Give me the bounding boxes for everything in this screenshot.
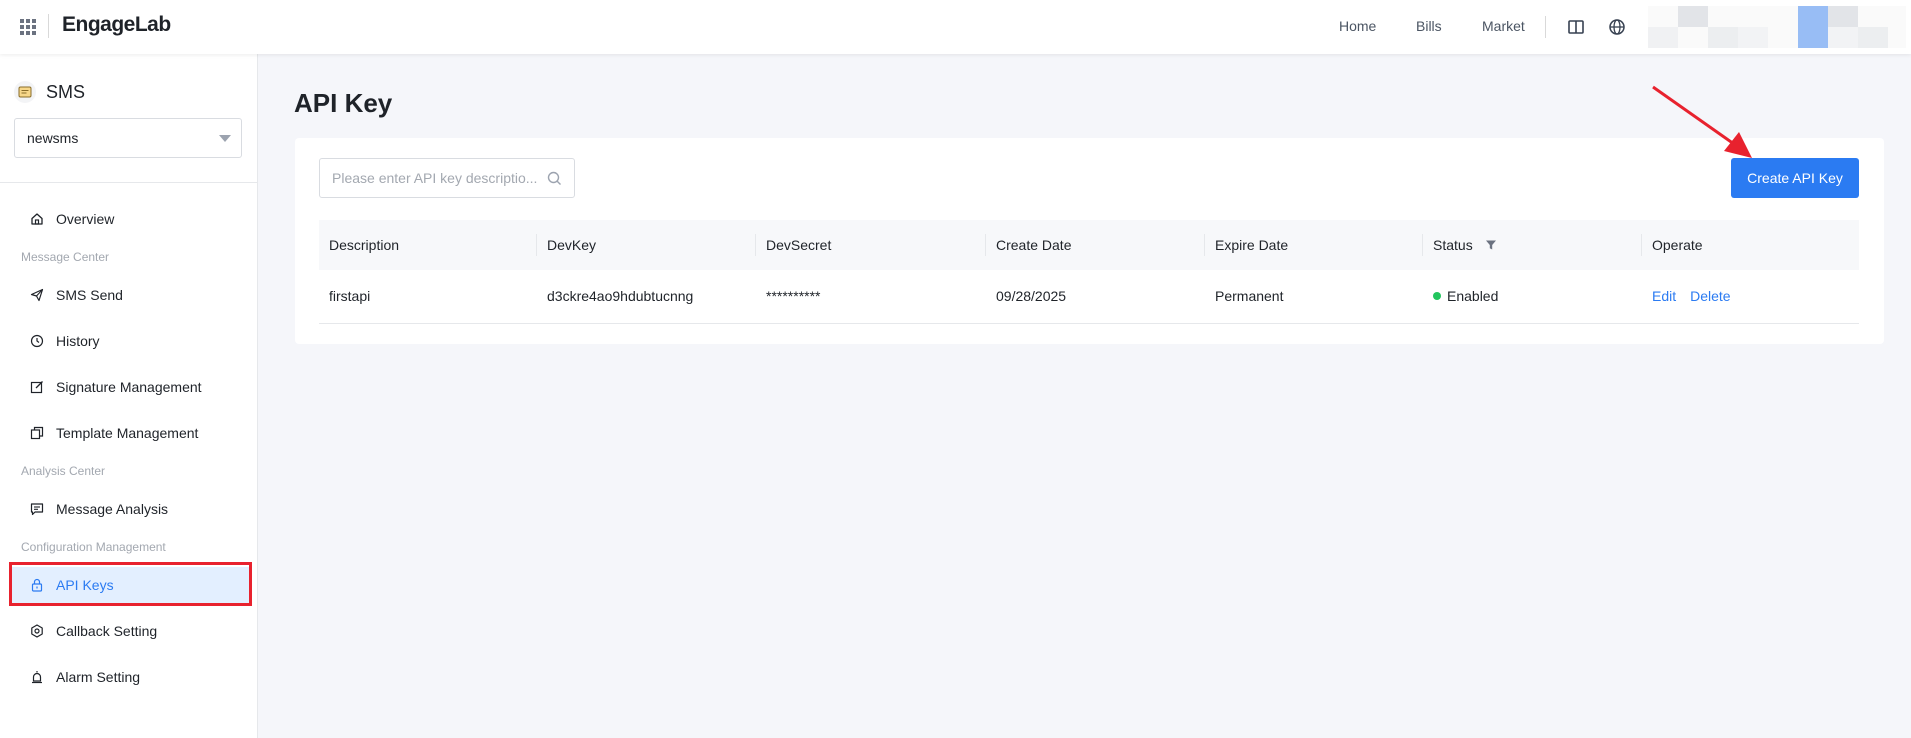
settings-icon <box>31 624 43 638</box>
nav-divider <box>1545 16 1546 38</box>
sms-app-icon <box>14 81 36 103</box>
apps-grid-icon[interactable] <box>20 19 36 35</box>
annotation-arrow-icon <box>1652 85 1752 158</box>
column-header-description: Description <box>319 220 537 270</box>
filter-icon[interactable] <box>1485 239 1497 251</box>
nav-market-link[interactable]: Market <box>1482 18 1525 34</box>
sidebar-divider <box>0 182 258 183</box>
search-icon[interactable] <box>547 171 562 186</box>
menu-group-message-center: Message Center <box>21 250 110 264</box>
home-icon <box>31 213 43 225</box>
sidebar-item-message-analysis[interactable]: Message Analysis <box>10 491 250 527</box>
cell-operate: Edit Delete <box>1642 270 1859 323</box>
column-label: Operate <box>1652 237 1703 253</box>
delete-link[interactable]: Delete <box>1690 288 1730 304</box>
page-title: API Key <box>294 88 393 118</box>
sidebar-item-callback-setting[interactable]: Callback Setting <box>10 613 250 649</box>
cell-expire-date: Permanent <box>1215 288 1284 304</box>
logo-divider <box>48 14 49 38</box>
cell-status: Enabled <box>1423 270 1642 323</box>
logo[interactable]: EngageLab <box>62 13 171 37</box>
table-header: Description DevKey DevSecret Create Date… <box>319 220 1859 270</box>
search-field[interactable] <box>319 158 575 198</box>
cell-devsecret: ********** <box>766 288 821 304</box>
sidebar-item-label: Alarm Setting <box>56 669 141 685</box>
user-profile-area[interactable] <box>1648 6 1906 48</box>
nav-home-link[interactable]: Home <box>1339 18 1376 34</box>
sidebar-item-template-management[interactable]: Template Management <box>10 415 250 451</box>
alarm-icon <box>32 671 42 684</box>
globe-icon[interactable] <box>1608 18 1626 36</box>
column-header-status: Status <box>1423 220 1642 270</box>
cell-create-date: 09/28/2025 <box>996 288 1067 304</box>
column-header-operate: Operate <box>1642 220 1859 270</box>
caret-down-icon <box>219 135 231 142</box>
table-row: firstapi d3ckre4ao9hdubtucnng **********… <box>319 270 1859 324</box>
history-icon <box>30 334 44 348</box>
app-name: SMS <box>46 81 86 102</box>
status-dot-icon <box>1433 292 1441 300</box>
top-bar: EngageLab Home Bills Market <box>0 0 1911 54</box>
column-header-devkey: DevKey <box>537 220 756 270</box>
menu-group-configuration-management: Configuration Management <box>21 540 166 554</box>
app-select-value: newsms <box>27 130 79 146</box>
column-header-expire-date: Expire Date <box>1205 220 1423 270</box>
sidebar-item-history[interactable]: History <box>10 323 250 359</box>
sidebar-item-alarm-setting[interactable]: Alarm Setting <box>10 659 250 695</box>
create-api-key-button[interactable]: Create API Key <box>1731 158 1859 198</box>
app-select-dropdown[interactable]: newsms <box>14 118 242 158</box>
sidebar-item-label: Callback Setting <box>56 623 158 639</box>
sidebar-item-label: History <box>56 333 100 349</box>
book-icon[interactable] <box>1567 18 1585 36</box>
avatar <box>1648 6 1906 48</box>
app-header: SMS <box>14 81 85 103</box>
api-key-card: Create API Key Description DevKey DevSec… <box>295 138 1884 344</box>
edit-link[interactable]: Edit <box>1652 288 1676 304</box>
search-input[interactable] <box>320 159 574 197</box>
sidebar-item-signature-management[interactable]: Signature Management <box>10 369 250 405</box>
column-header-create-date: Create Date <box>986 220 1205 270</box>
sidebar-item-label: Signature Management <box>56 379 202 395</box>
message-icon <box>30 503 44 516</box>
sidebar-item-label: SMS Send <box>56 287 123 303</box>
sidebar-item-label: Template Management <box>56 425 199 441</box>
sidebar-item-sms-send[interactable]: SMS Send <box>10 277 250 313</box>
sidebar-item-api-keys[interactable]: API Keys <box>10 567 250 603</box>
edit-icon <box>30 381 43 394</box>
column-header-devsecret: DevSecret <box>756 220 986 270</box>
column-label: Status <box>1433 237 1473 253</box>
sidebar-item-label: API Keys <box>56 577 114 593</box>
column-label: DevSecret <box>766 237 832 253</box>
sidebar-item-overview[interactable]: Overview <box>10 201 250 237</box>
status-badge: Enabled <box>1447 288 1499 304</box>
sidebar: SMS newsms Overview Message Center SMS S… <box>0 54 258 738</box>
nav-bills-link[interactable]: Bills <box>1416 18 1442 34</box>
menu-group-analysis-center: Analysis Center <box>21 464 106 478</box>
column-label: Expire Date <box>1215 237 1289 253</box>
sidebar-item-label: Message Analysis <box>56 501 169 517</box>
cell-description: firstapi <box>329 288 371 304</box>
column-label: DevKey <box>547 237 597 253</box>
column-label: Create Date <box>996 237 1072 253</box>
column-label: Description <box>329 237 400 253</box>
copy-icon <box>30 426 44 440</box>
lock-icon <box>31 578 43 592</box>
cell-devkey: d3ckre4ao9hdubtucnng <box>547 288 694 304</box>
api-key-table: Description DevKey DevSecret Create Date… <box>319 220 1859 324</box>
sidebar-item-label: Overview <box>56 211 115 227</box>
send-icon <box>30 288 44 302</box>
